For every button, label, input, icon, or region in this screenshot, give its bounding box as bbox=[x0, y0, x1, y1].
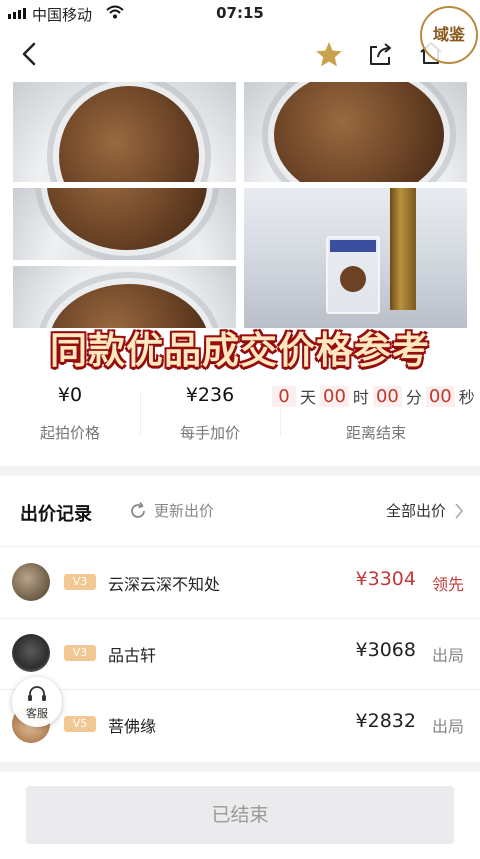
clock: 07:15 bbox=[216, 4, 264, 22]
start-price-value: ¥0 bbox=[57, 384, 83, 406]
avatar bbox=[12, 634, 50, 672]
start-price: ¥0 起拍价格 bbox=[20, 384, 120, 443]
bidder-name: 云深云深不知处 bbox=[108, 575, 221, 594]
bid-price: ¥2832 bbox=[355, 710, 416, 732]
countdown-hours: 00 bbox=[320, 385, 349, 407]
bid-row: V5 菩佛缘 ¥2832 出局 bbox=[0, 690, 480, 760]
countdown-days: 0 bbox=[272, 385, 296, 407]
coin-photo-3[interactable] bbox=[13, 188, 236, 260]
increment-label: 每手加价 bbox=[179, 424, 240, 442]
coin-photo-1[interactable] bbox=[13, 82, 236, 182]
photo-gallery bbox=[0, 82, 480, 328]
days-unit: 天 bbox=[300, 388, 317, 407]
customer-service-label: 客服 bbox=[26, 707, 48, 720]
coin-photo-2[interactable] bbox=[244, 82, 467, 182]
auction-info: ¥0 起拍价格 ¥236 每手加价 0 天 00 时 00 分 00 秒 距离结… bbox=[0, 384, 480, 454]
status-bar: 中国移动 07:15 bbox=[0, 0, 480, 28]
increment-price: ¥236 每手加价 bbox=[160, 384, 260, 443]
watermark-seal: 域鉴 bbox=[420, 6, 478, 64]
countdown-timer: 0 天 00 时 00 分 00 秒 bbox=[272, 384, 480, 408]
countdown-label: 距离结束 bbox=[345, 424, 406, 442]
minutes-unit: 分 bbox=[405, 388, 422, 407]
refresh-icon bbox=[131, 501, 145, 518]
bid-status: 出局 bbox=[431, 717, 464, 736]
bid-row: V3 品古轩 ¥3068 出局 bbox=[0, 619, 480, 689]
star-icon[interactable] bbox=[314, 40, 344, 68]
share-icon[interactable] bbox=[366, 40, 394, 68]
countdown-seconds: 00 bbox=[425, 385, 455, 407]
bid-records-title: 出价记录 bbox=[20, 504, 92, 525]
top-nav bbox=[0, 30, 480, 80]
bidder-name: 菩佛缘 bbox=[108, 717, 157, 736]
watermark-text: 域鉴 bbox=[432, 24, 465, 44]
chevron-right-icon bbox=[455, 502, 464, 519]
vip-badge: V5 bbox=[64, 716, 96, 732]
auction-ended-button[interactable]: 已结束 bbox=[26, 786, 454, 844]
bid-row: V3 云深云深不知处 ¥3304 领先 bbox=[0, 548, 480, 618]
coin-photo-4[interactable] bbox=[13, 266, 236, 328]
avatar bbox=[12, 563, 50, 601]
bid-price: ¥3304 bbox=[355, 568, 416, 590]
hours-unit: 时 bbox=[352, 388, 369, 407]
chevron-left-icon[interactable] bbox=[14, 38, 46, 70]
increment-value: ¥236 bbox=[185, 384, 235, 406]
countdown: 0 天 00 时 00 分 00 秒 距离结束 bbox=[272, 384, 480, 443]
customer-service-button[interactable]: 客服 bbox=[12, 677, 62, 727]
bid-status: 出局 bbox=[431, 646, 464, 665]
all-bids-link[interactable]: 全部出价 bbox=[386, 500, 464, 521]
vip-badge: V3 bbox=[64, 574, 96, 590]
price-reference-banner: 同款优品成交价格参考 bbox=[50, 329, 430, 372]
bid-status: 领先 bbox=[431, 575, 464, 594]
bid-records-header: 出价记录 更新出价 全部出价 bbox=[0, 490, 480, 536]
bidder-name: 品古轩 bbox=[108, 646, 157, 665]
start-price-label: 起拍价格 bbox=[39, 424, 100, 442]
vip-badge: V3 bbox=[64, 645, 96, 661]
bid-price: ¥3068 bbox=[355, 639, 416, 661]
slab-photo[interactable] bbox=[244, 188, 467, 328]
seconds-unit: 秒 bbox=[458, 388, 475, 407]
headset-icon bbox=[28, 686, 46, 701]
countdown-minutes: 00 bbox=[372, 385, 402, 407]
refresh-label: 更新出价 bbox=[154, 502, 215, 520]
refresh-bids-button[interactable]: 更新出价 bbox=[128, 500, 214, 521]
all-bids-label: 全部出价 bbox=[385, 502, 446, 520]
